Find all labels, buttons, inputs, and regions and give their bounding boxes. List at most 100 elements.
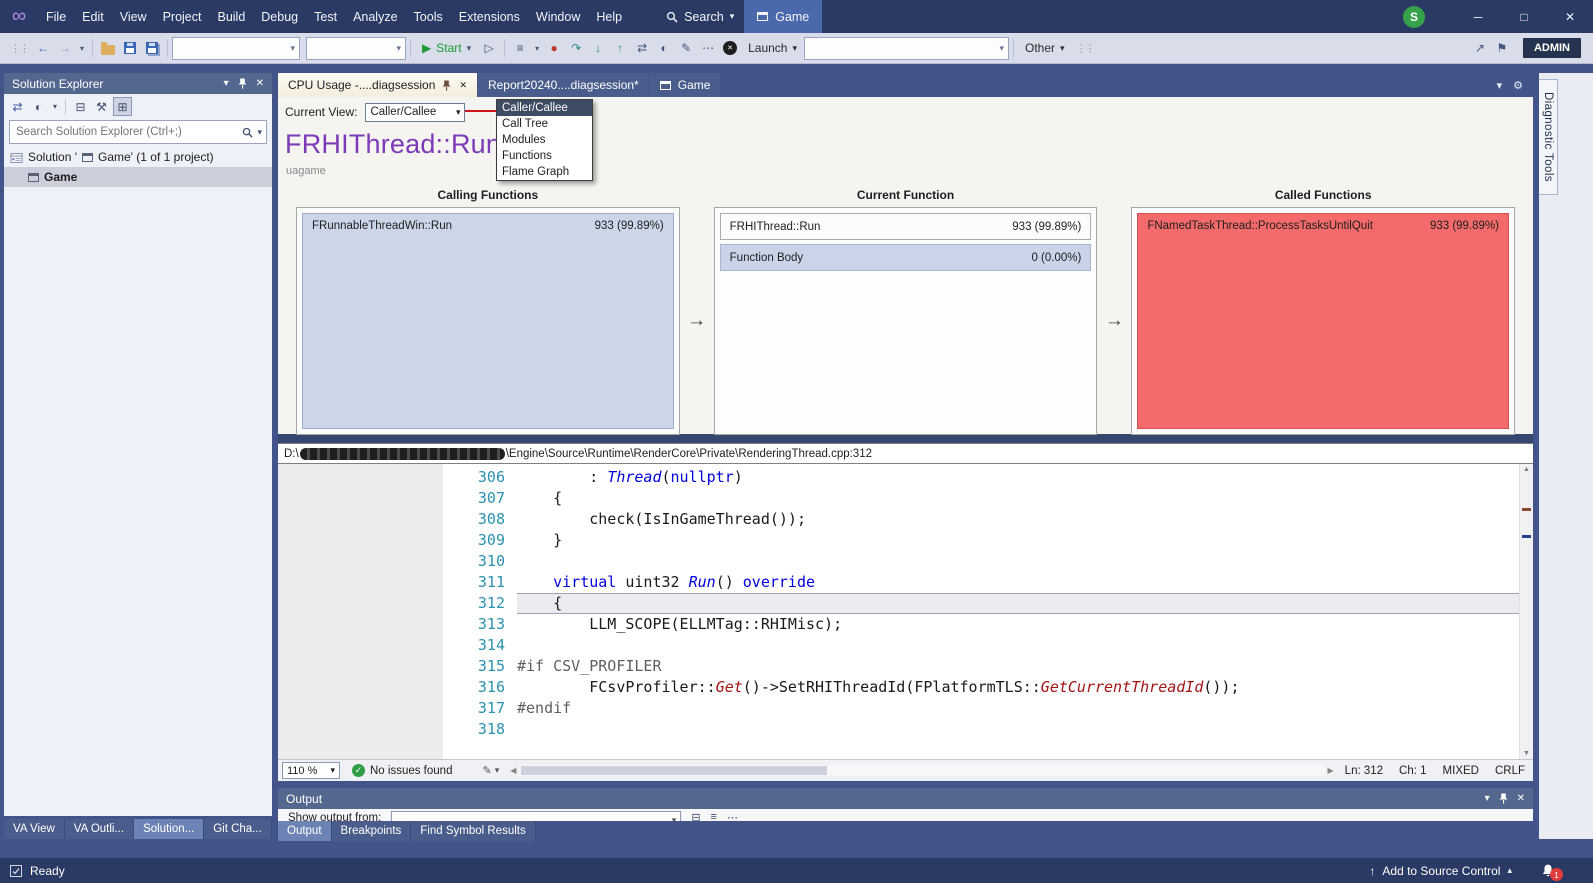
document-tab-report20240-diagsession[interactable]: Report20240....diagsession* (477, 73, 649, 97)
calling-function-box[interactable]: FRunnableThreadWin::Run 933 (99.89%) (302, 213, 674, 429)
pending-changes-filter-icon[interactable]: ◐ (29, 97, 48, 116)
open-file-icon[interactable] (98, 38, 118, 58)
code-horizontal-scrollbar[interactable]: ◀ ▶ (507, 764, 1336, 777)
add-to-source-control-button[interactable]: Add to Source Control (1382, 864, 1500, 878)
code-line[interactable]: 309 } (443, 530, 1520, 551)
start-debugging-button[interactable]: ▶ Start ▾ (415, 41, 478, 55)
properties-icon[interactable]: ⚒ (92, 97, 111, 116)
close-icon[interactable]: ✕ (256, 78, 264, 89)
quick-search[interactable]: Search ▾ (656, 10, 744, 24)
start-without-debugging-icon[interactable]: ▷ (479, 38, 499, 58)
code-line[interactable]: 313 LLM_SCOPE(ELLMTag::RHIMisc); (443, 614, 1520, 635)
maximize-button[interactable]: □ (1501, 0, 1547, 33)
scrollbar-track[interactable] (519, 765, 1325, 776)
launch-dropdown[interactable]: Launch ▾ (741, 41, 804, 55)
navigation-caret-icon[interactable]: ▾ (77, 38, 87, 58)
menu-debug[interactable]: Debug (253, 0, 306, 33)
notifications-button[interactable]: 1 (1541, 863, 1563, 881)
collapse-all-icon[interactable]: ⊟ (71, 97, 90, 116)
code-line[interactable]: 314 (443, 635, 1520, 656)
clear-output-icon[interactable]: ⊟ (691, 809, 700, 821)
toolbar-grip[interactable]: ⋮⋮ (1076, 42, 1096, 55)
diagnostic-tools-tab[interactable]: Diagnostic Tools (1539, 79, 1558, 195)
solution-node[interactable]: Solution ' Game' (1 of 1 project) (4, 147, 272, 167)
edit-icon[interactable]: ✎ (676, 38, 696, 58)
code-coverage-icon[interactable]: ◐ (654, 38, 674, 58)
solution-search-box[interactable]: ▾ (9, 120, 267, 144)
view-option-caller-callee[interactable]: Caller/Callee (497, 100, 592, 116)
menu-help[interactable]: Help (588, 0, 630, 33)
close-tab-icon[interactable]: ✕ (459, 80, 467, 91)
scrollbar-thumb[interactable] (521, 766, 828, 775)
code-line[interactable]: 311 virtual uint32 Run() override (443, 572, 1520, 593)
chevron-down-icon[interactable]: ▾ (257, 127, 262, 138)
menu-build[interactable]: Build (209, 0, 253, 33)
navigate-forward-icon[interactable]: → (55, 38, 75, 58)
solution-configurations-combo[interactable]: ▾ (172, 36, 300, 60)
pin-icon[interactable] (442, 80, 451, 91)
panel-tab-git-cha[interactable]: Git Cha... (204, 819, 272, 839)
code-vertical-scrollbar[interactable]: ▲ ▼ (1519, 464, 1533, 759)
solution-platforms-combo[interactable]: ▾ (306, 36, 406, 60)
close-button[interactable]: ✕ (1547, 0, 1593, 33)
code-line[interactable]: 306 : Thread(nullptr) (443, 467, 1520, 488)
view-option-functions[interactable]: Functions (497, 148, 592, 164)
gear-icon[interactable]: ⚙ (1513, 79, 1523, 92)
menu-project[interactable]: Project (155, 0, 210, 33)
document-tab-game[interactable]: Game (649, 73, 721, 97)
panel-tab-va-view[interactable]: VA View (4, 819, 65, 839)
menu-test[interactable]: Test (306, 0, 345, 33)
panel-tab-find-symbol-results[interactable]: Find Symbol Results (411, 821, 536, 841)
more-commands-icon[interactable]: ⋯ (698, 38, 718, 58)
run-target-chip[interactable]: Game (744, 0, 823, 33)
current-function-row[interactable]: FRHIThread::Run 933 (99.89%) (719, 213, 1092, 240)
code-line[interactable]: 312 { (443, 593, 1520, 614)
code-line[interactable]: 316 FCsvProfiler::Get()->SetRHIThreadId(… (443, 677, 1520, 698)
menu-view[interactable]: View (112, 0, 155, 33)
menu-extensions[interactable]: Extensions (451, 0, 528, 33)
cancel-icon[interactable]: ✕ (720, 38, 740, 58)
search-icon[interactable] (242, 127, 254, 138)
document-outline-icon[interactable]: ≡ (510, 38, 530, 58)
solution-explorer-header[interactable]: Solution Explorer ▾ ✕ (4, 73, 272, 94)
called-function-box[interactable]: FNamedTaskThread::ProcessTasksUntilQuit … (1137, 213, 1509, 429)
project-node-game[interactable]: Game (4, 167, 272, 187)
background-tasks-icon[interactable] (10, 864, 22, 877)
code-line[interactable]: 308 check(IsInGameThread()); (443, 509, 1520, 530)
view-option-flame-graph[interactable]: Flame Graph (497, 164, 592, 180)
account-avatar[interactable]: S (1403, 5, 1425, 28)
panel-tab-breakpoints[interactable]: Breakpoints (331, 821, 412, 841)
menu-edit[interactable]: Edit (74, 0, 112, 33)
code-line[interactable]: 307 { (443, 488, 1520, 509)
share-icon[interactable]: ↗ (1470, 38, 1490, 58)
view-option-call-tree[interactable]: Call Tree (497, 116, 592, 132)
pane-splitter[interactable] (278, 434, 1533, 443)
menu-tools[interactable]: Tools (406, 0, 451, 33)
navigate-back-icon[interactable]: ← (33, 38, 53, 58)
current-view-combo[interactable]: Caller/Callee ▾ (365, 102, 466, 122)
preview-selected-items-icon[interactable]: ⊞ (113, 97, 132, 116)
scroll-up-icon[interactable]: ▲ (1520, 466, 1533, 473)
code-line[interactable]: 317 #endif (443, 698, 1520, 719)
sync-active-document-icon[interactable]: ⇄ (8, 97, 27, 116)
save-all-icon[interactable] (142, 38, 162, 58)
step-out-icon[interactable]: ↑ (610, 38, 630, 58)
save-icon[interactable] (120, 38, 140, 58)
function-body-row[interactable]: Function Body 0 (0.00%) (719, 244, 1092, 271)
view-option-modules[interactable]: Modules (497, 132, 592, 148)
scroll-left-icon[interactable]: ◀ (507, 766, 519, 775)
filter-caret-icon[interactable]: ▾ (50, 97, 60, 116)
solution-search-input[interactable] (14, 125, 239, 139)
menu-window[interactable]: Window (528, 0, 588, 33)
zoom-level-combo[interactable]: 110 % ▾ (282, 762, 340, 779)
chevron-down-icon[interactable]: ▾ (224, 78, 229, 89)
outline-caret-icon[interactable]: ▾ (532, 38, 542, 58)
menu-analyze[interactable]: Analyze (345, 0, 405, 33)
more-options-icon[interactable]: ⋯ (727, 809, 738, 821)
menu-file[interactable]: File (38, 0, 74, 33)
step-over-icon[interactable]: ↷ (566, 38, 586, 58)
show-output-from-combo[interactable]: ▾ (391, 811, 682, 821)
other-dropdown[interactable]: Other ▾ (1018, 41, 1072, 55)
scroll-right-icon[interactable]: ▶ (1325, 766, 1337, 775)
code-line[interactable]: 310 (443, 551, 1520, 572)
